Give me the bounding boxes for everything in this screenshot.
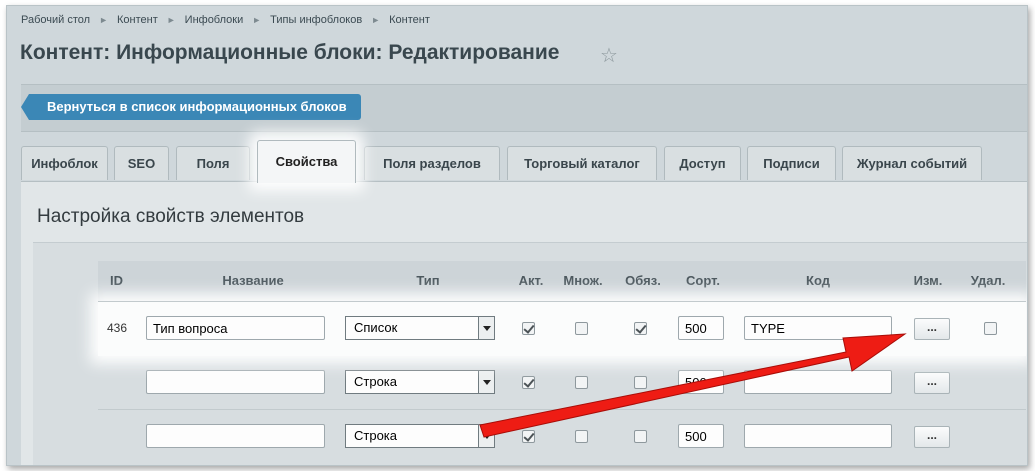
breadcrumb-item[interactable]: Типы инфоблоков <box>270 14 362 26</box>
tab-trade-catalog[interactable]: Торговый каталог <box>507 146 657 180</box>
sort-field[interactable]: 500 <box>678 370 724 394</box>
multiple-checkbox[interactable] <box>575 322 588 335</box>
column-header-sort: Сорт. <box>686 273 720 288</box>
tab-captions[interactable]: Подписи <box>747 146 836 180</box>
property-type-select[interactable]: Строка <box>345 424 495 448</box>
tab-section-fields[interactable]: Поля разделов <box>364 146 500 180</box>
column-header-delete: Удал. <box>970 273 1006 288</box>
edit-property-button[interactable]: ... <box>914 372 950 394</box>
column-header-name: Название <box>222 273 284 288</box>
table-row: Строка 500 ... <box>98 355 1026 410</box>
required-checkbox[interactable] <box>634 430 647 443</box>
tab-panel: Настройка свойств элементов ID Название … <box>21 181 1027 465</box>
code-field[interactable] <box>744 370 892 394</box>
chevron-down-icon[interactable] <box>478 425 494 447</box>
breadcrumb-separator-icon: ► <box>99 15 108 25</box>
tab-seo[interactable]: SEO <box>114 146 169 180</box>
required-checkbox[interactable] <box>634 322 647 335</box>
breadcrumb-item[interactable]: Рабочий стол <box>21 14 90 26</box>
page-title: Контент: Информационные блоки: Редактиро… <box>20 41 560 64</box>
column-header-multiple: Множ. <box>563 273 603 288</box>
breadcrumb-separator-icon: ► <box>371 15 381 25</box>
column-header-edit: Изм. <box>913 273 943 288</box>
table-row: Строка 500 ... <box>98 409 1026 464</box>
property-type-value: Список <box>354 320 398 335</box>
breadcrumb-item[interactable]: Контент <box>389 14 430 26</box>
delete-checkbox[interactable] <box>984 322 997 335</box>
chevron-down-icon[interactable] <box>478 317 494 339</box>
property-id: 436 <box>107 321 128 335</box>
tab-access[interactable]: Доступ <box>664 146 741 180</box>
breadcrumb: Рабочий стол ► Контент ► Инфоблоки ► Типы инфо… <box>21 14 430 26</box>
required-checkbox[interactable] <box>634 376 647 389</box>
property-type-value: Строка <box>354 428 398 443</box>
table-row: 436 Тип вопроса Список 500 TYPE ... <box>98 301 1026 356</box>
tab-fields[interactable]: Поля <box>176 146 250 180</box>
table-header: ID Название Тип Акт. Множ. Обяз. Сорт. К… <box>98 261 1026 301</box>
property-name-field[interactable] <box>146 424 325 448</box>
breadcrumb-item[interactable]: Инфоблоки <box>185 14 244 26</box>
breadcrumb-separator-icon: ► <box>252 15 262 25</box>
code-field[interactable] <box>744 424 892 448</box>
sort-field[interactable]: 500 <box>678 316 724 340</box>
sort-field[interactable]: 500 <box>678 424 724 448</box>
active-checkbox[interactable] <box>522 376 535 389</box>
tab-infoblock[interactable]: Инфоблок <box>21 146 108 180</box>
toolbar: Вернуться в список информационных блоков <box>21 84 1027 132</box>
tab-event-log[interactable]: Журнал событий <box>842 146 982 180</box>
properties-container: ID Название Тип Акт. Множ. Обяз. Сорт. К… <box>33 242 1027 465</box>
property-name-field[interactable]: Тип вопроса <box>146 316 325 340</box>
column-header-active: Акт. <box>518 273 544 288</box>
edit-property-button[interactable]: ... <box>914 318 950 340</box>
property-type-select[interactable]: Список <box>345 316 495 340</box>
back-to-list-button[interactable]: Вернуться в список информационных блоков <box>21 94 361 120</box>
breadcrumb-item[interactable]: Контент <box>117 14 158 26</box>
active-checkbox[interactable] <box>522 322 535 335</box>
multiple-checkbox[interactable] <box>575 430 588 443</box>
tab-properties[interactable]: Свойства <box>257 140 356 183</box>
property-type-select[interactable]: Строка <box>345 370 495 394</box>
multiple-checkbox[interactable] <box>575 376 588 389</box>
property-type-value: Строка <box>354 374 398 389</box>
window: Рабочий стол ► Контент ► Инфоблоки ► Типы инфо… <box>6 5 1028 466</box>
column-header-required: Обяз. <box>625 273 661 288</box>
column-header-type: Тип <box>416 273 440 288</box>
edit-property-button[interactable]: ... <box>914 426 950 448</box>
breadcrumb-separator-icon: ► <box>166 15 176 25</box>
code-field[interactable]: TYPE <box>744 316 892 340</box>
property-name-field[interactable] <box>146 370 325 394</box>
active-checkbox[interactable] <box>522 430 535 443</box>
column-header-id: ID <box>110 273 123 288</box>
section-title: Настройка свойств элементов <box>37 206 305 227</box>
chevron-down-icon[interactable] <box>478 371 494 393</box>
star-icon[interactable]: ☆ <box>600 43 618 68</box>
column-header-code: Код <box>806 273 830 288</box>
